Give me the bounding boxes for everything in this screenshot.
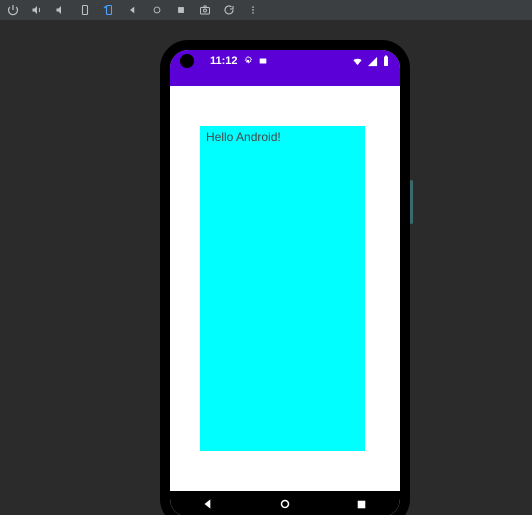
device-frame: 11:12	[160, 40, 410, 515]
device-screen: 11:12	[170, 50, 400, 515]
reload-icon[interactable]	[222, 3, 236, 17]
greeting-box: Hello Android!	[200, 126, 365, 451]
gear-icon	[243, 56, 253, 66]
home-icon[interactable]	[150, 3, 164, 17]
screenshot-icon[interactable]	[198, 3, 212, 17]
nav-home-button[interactable]	[277, 496, 293, 512]
status-bar: 11:12	[170, 50, 400, 72]
volume-up-icon[interactable]	[30, 3, 44, 17]
back-icon[interactable]	[126, 3, 140, 17]
wifi-icon	[352, 56, 363, 67]
volume-down-icon[interactable]	[54, 3, 68, 17]
card-icon	[258, 56, 268, 66]
nav-back-button[interactable]	[200, 496, 216, 512]
nav-overview-button[interactable]	[354, 496, 370, 512]
status-time: 11:12	[210, 55, 238, 67]
signal-icon	[367, 56, 378, 67]
app-bar	[170, 72, 400, 86]
more-icon[interactable]	[246, 3, 260, 17]
overview-icon[interactable]	[174, 3, 188, 17]
power-icon[interactable]	[6, 3, 20, 17]
emulator-canvas: 11:12	[0, 20, 532, 515]
system-nav-bar	[170, 491, 400, 515]
rotate-right-icon[interactable]	[102, 3, 116, 17]
rotate-left-icon[interactable]	[78, 3, 92, 17]
emulator-toolbar	[0, 0, 532, 20]
greeting-text: Hello Android!	[206, 130, 281, 144]
battery-icon	[382, 55, 390, 67]
front-camera	[180, 54, 194, 68]
app-content: Hello Android!	[170, 86, 400, 491]
